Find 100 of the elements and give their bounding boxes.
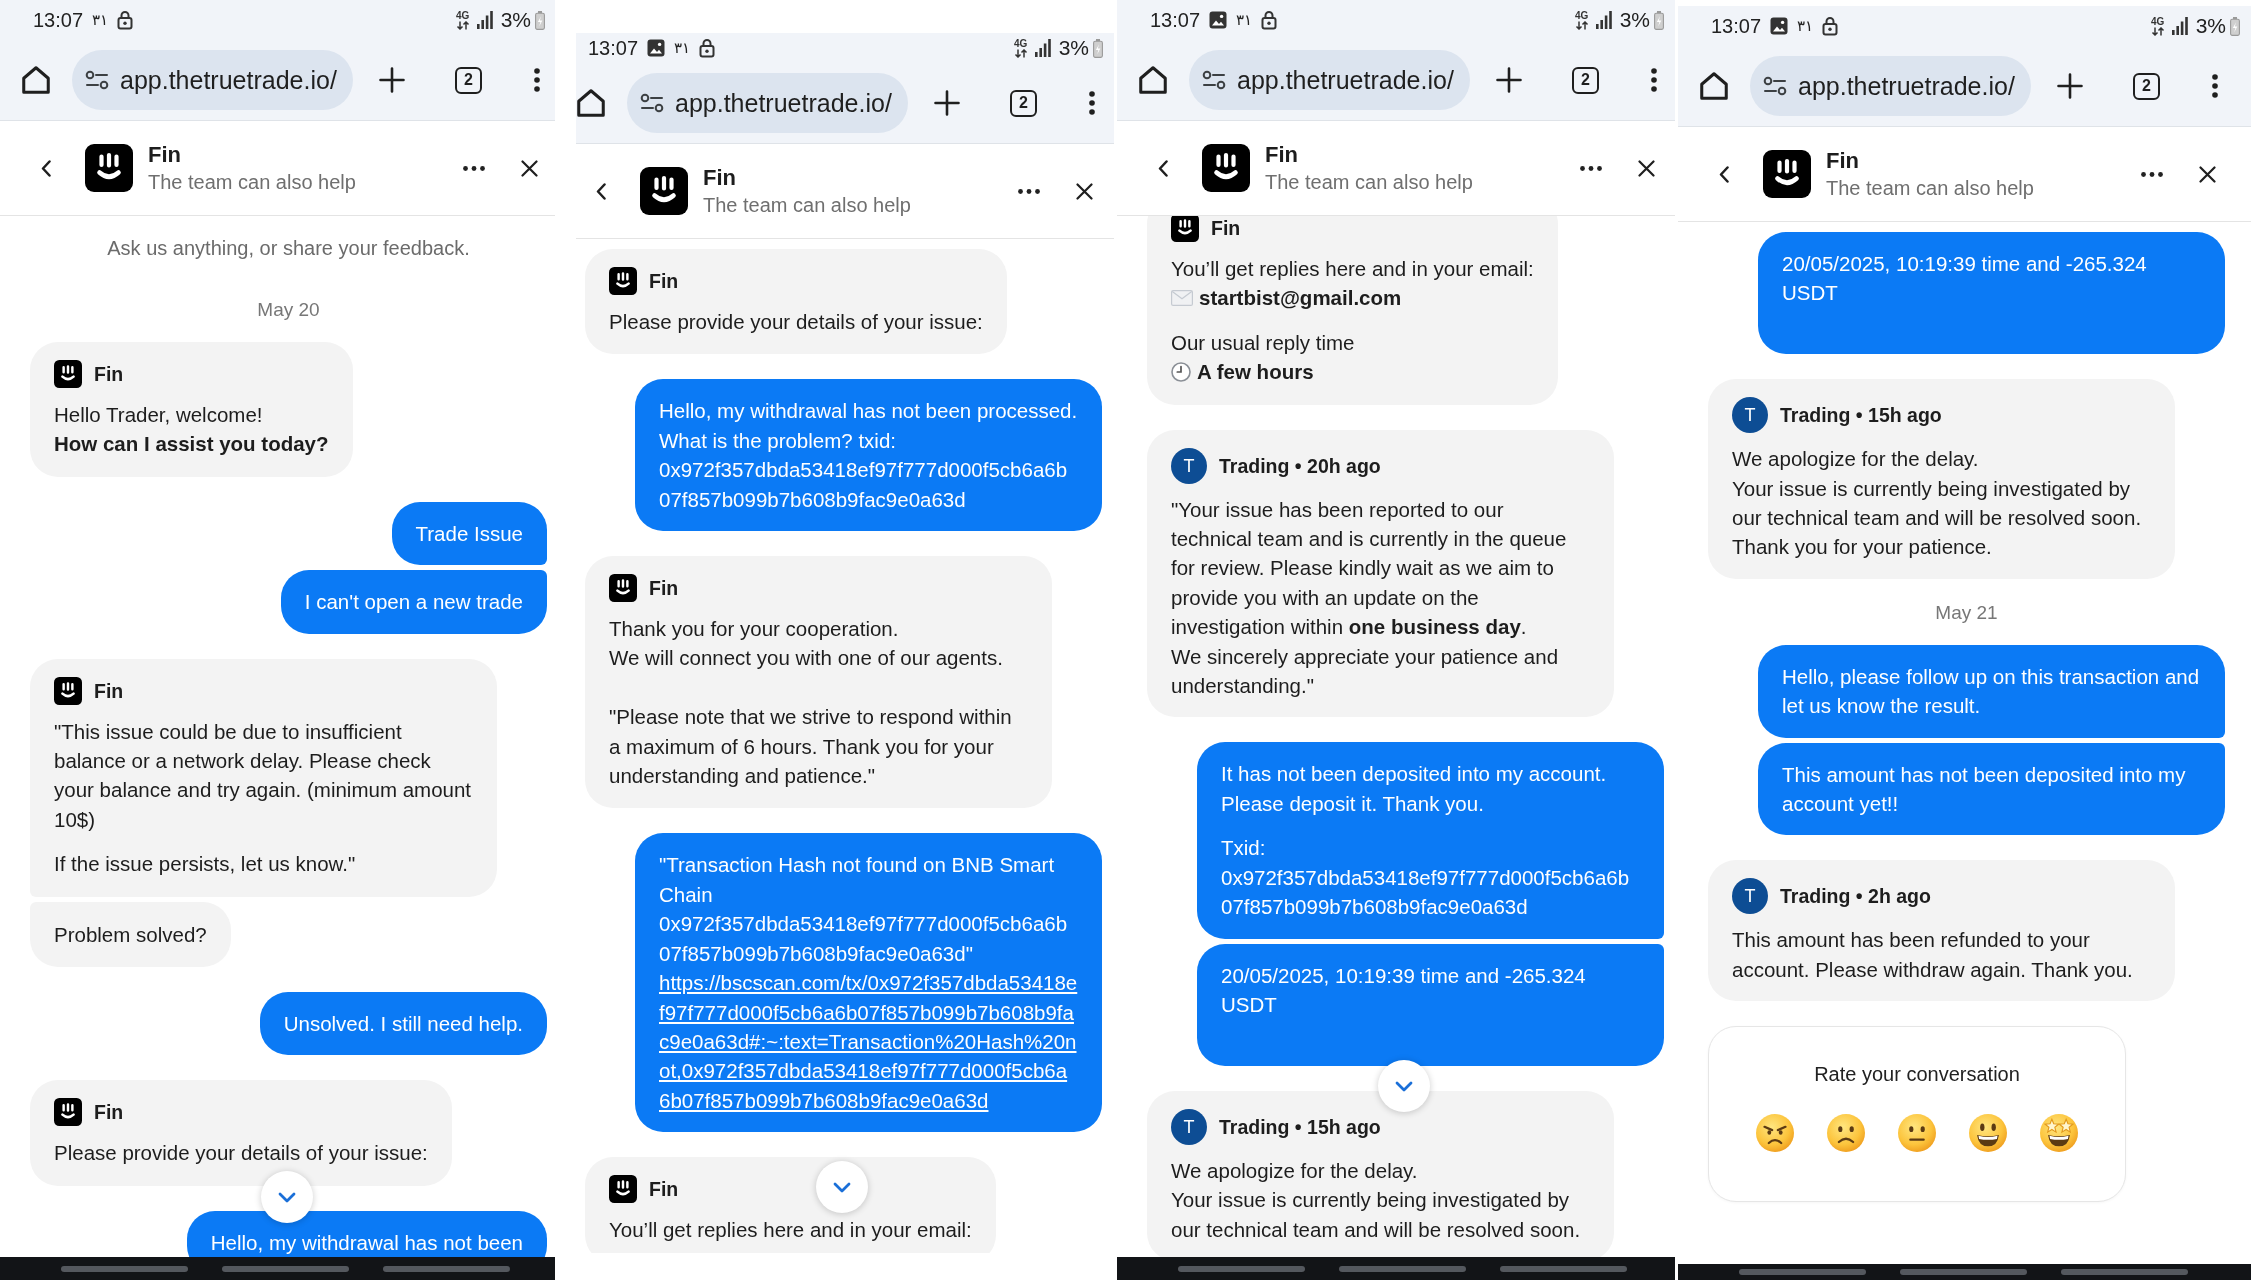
rating-button[interactable]: [1898, 1114, 1936, 1153]
message-text: 20/05/2025, 10:19:39 time and -265.324 USDT: [1782, 251, 2148, 307]
message-meta: Trading • 15h ago: [1780, 403, 1942, 429]
home-button[interactable]: [1139, 66, 1167, 94]
menu-button[interactable]: [2212, 74, 2218, 98]
tab-switcher-button[interactable]: 2: [455, 66, 482, 94]
battery-icon: [2230, 16, 2240, 36]
home-icon: [1700, 72, 1728, 100]
message-meta: Trading • 2h ago: [1780, 884, 1931, 910]
horizontal-dots-icon: [1018, 188, 1040, 194]
battery-percent: 3%: [2195, 14, 2226, 38]
home-button[interactable]: [1700, 72, 1728, 100]
rating-button[interactable]: [1827, 1114, 1865, 1153]
message-text: This amount has been refunded to your account. Please withdraw again. Thank you.: [1732, 927, 2134, 983]
address-bar[interactable]: app.thetruetrade.io/: [72, 50, 353, 110]
battery-percent: 3%: [1058, 36, 1089, 60]
message-link[interactable]: https://bscscan.com/tx/0x972f357dbda53418ef97f777d000f5cb6a6b07f857b099b7b608b9fac9e0a63d#:~:text=Transaction%20Hash%20not,0x972f357dbda53418ef97f777d000f5cb6a6b07f857b099b7b608b9fac9e0a63d: [659, 968, 1078, 1116]
navigation-key[interactable]: [222, 1265, 349, 1272]
sliders-icon: [1763, 76, 1787, 96]
new-tab-button[interactable]: [934, 90, 960, 116]
smiley-logo-icon: [1202, 144, 1250, 192]
message-text: We apologize for the delay. Your issue is currently being investigated by our technical team and will be resolved soon. Thank you for your patience.: [1732, 446, 2143, 561]
close-icon: [1638, 159, 1655, 177]
angry-face-icon: [1756, 1114, 1794, 1153]
tab-switcher-button[interactable]: 2: [1010, 89, 1037, 117]
rating-button[interactable]: [1969, 1114, 2007, 1153]
navigation-key[interactable]: [61, 1265, 188, 1272]
message-text: Please provide your details of your issue:: [54, 1140, 428, 1167]
message-text: This amount has not been deposited into my account yet!!: [1782, 761, 2187, 818]
address-bar[interactable]: app.thetruetrade.io/: [1750, 56, 2031, 116]
chevron-left-icon: [41, 159, 51, 177]
star-struck-face-icon: [2040, 1114, 2078, 1153]
lock-icon: [117, 10, 134, 30]
chevron-left-icon: [596, 182, 606, 200]
status-time: 13:07: [33, 8, 84, 32]
email-address: startbist@gmail.com: [1199, 285, 1402, 312]
menu-button[interactable]: [534, 68, 540, 92]
smiley-logo-icon: [609, 1175, 637, 1204]
chevron-left-icon: [1158, 159, 1168, 177]
rating-button[interactable]: [2040, 1114, 2078, 1153]
navigation-key[interactable]: [1500, 1265, 1627, 1272]
tab-switcher-button[interactable]: 2: [2133, 72, 2160, 100]
message-text: Unsolved. I still need help.: [283, 1011, 523, 1038]
chat-title: Fin: [1265, 141, 1298, 169]
plus-icon: [1496, 67, 1522, 93]
new-tab-button[interactable]: [2057, 73, 2083, 99]
close-button[interactable]: [521, 159, 538, 177]
close-button[interactable]: [1076, 182, 1093, 200]
back-button[interactable]: [41, 159, 51, 177]
home-button[interactable]: [22, 66, 50, 94]
vertical-dots-icon: [2212, 74, 2218, 98]
calendar-date: ۳۱: [674, 39, 691, 57]
vertical-dots-icon: [534, 68, 540, 92]
network-type: 4G: [1574, 10, 1589, 21]
home-icon: [22, 66, 50, 94]
lock-icon: [699, 38, 716, 58]
lock-icon: [1822, 16, 1839, 36]
status-time: 13:07: [588, 36, 639, 60]
smiley-logo-icon: [54, 1098, 82, 1127]
agent-avatar: T: [1732, 878, 1768, 915]
plus-icon: [379, 67, 405, 93]
plus-icon: [934, 90, 960, 116]
menu-button[interactable]: [1651, 68, 1657, 92]
navigation-key[interactable]: [1178, 1265, 1305, 1272]
close-button[interactable]: [2199, 165, 2216, 183]
chat-title: Fin: [703, 164, 736, 192]
back-button[interactable]: [596, 182, 606, 200]
new-tab-button[interactable]: [1496, 67, 1522, 93]
address-bar[interactable]: app.thetruetrade.io/: [1189, 50, 1470, 110]
chat-title: Fin: [148, 141, 181, 169]
grinning-face-icon: [1969, 1114, 2007, 1153]
data-arrows-icon: [2150, 26, 2165, 36]
data-arrows-icon: [455, 20, 470, 30]
date-label: May 20: [257, 298, 320, 322]
rating-button[interactable]: [1756, 1114, 1794, 1153]
agent-avatar: T: [1171, 447, 1207, 484]
smiley-logo-icon: [640, 167, 688, 215]
close-button[interactable]: [1638, 159, 1655, 177]
plus-icon: [2057, 73, 2083, 99]
close-icon: [2199, 165, 2216, 183]
new-tab-button[interactable]: [379, 67, 405, 93]
home-button[interactable]: [577, 89, 605, 117]
tab-switcher-button[interactable]: 2: [1572, 66, 1599, 94]
address-bar[interactable]: app.thetruetrade.io/: [627, 73, 908, 133]
navigation-key[interactable]: [383, 1265, 510, 1272]
envelope-icon: [1171, 290, 1193, 307]
back-button[interactable]: [1719, 165, 1729, 183]
chat-subtitle: The team can also help: [148, 170, 356, 195]
chevron-left-icon: [1719, 165, 1729, 183]
status-time: 13:07: [1150, 8, 1201, 32]
message-text: "This issue could be due to insufficient balance or a network delay. Please check your balance and try again. (minimum amount 10$): [54, 718, 473, 833]
sliders-icon: [640, 93, 664, 113]
message-text: We apologize for the delay. Your issue is currently being investigated by our technical team and will be resolved soon.: [1171, 1157, 1582, 1243]
menu-button[interactable]: [1089, 91, 1095, 115]
message-text: Hello, please follow up on this transaction and let us know the result.: [1782, 663, 2201, 720]
back-button[interactable]: [1158, 159, 1168, 177]
message-text: Trade Issue: [415, 520, 523, 547]
battery-percent: 3%: [500, 8, 531, 32]
navigation-key[interactable]: [1339, 1265, 1466, 1272]
intro-text: Ask us anything, or share your feedback.: [107, 236, 470, 260]
